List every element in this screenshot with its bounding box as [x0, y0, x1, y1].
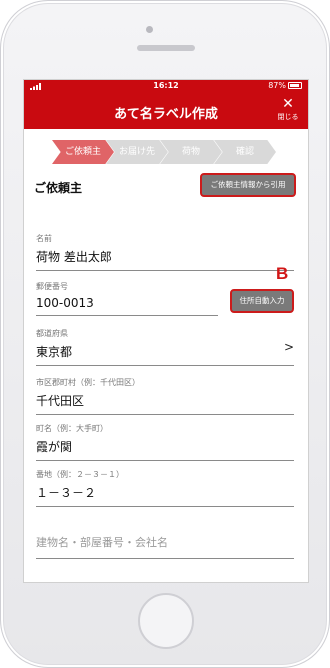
chevron-right-icon: > [283, 340, 294, 354]
close-label: 閉じる [277, 113, 299, 121]
status-bar: 16:12 87% [24, 80, 308, 93]
quote-requester-button[interactable]: ご依頼主情報から引用 [200, 173, 296, 197]
building-underline [36, 558, 294, 559]
town-field[interactable]: 町名（例：大手町） 霞が関 [36, 423, 294, 461]
prefecture-underline [36, 365, 294, 366]
city-label: 市区郡町村（例：千代田区） [36, 378, 140, 387]
progress-steps: ご依頼主 お届け先 荷物 確認 [24, 129, 308, 173]
step-requester: ご依頼主 [52, 140, 114, 164]
battery-icon [288, 82, 302, 89]
close-button[interactable]: ✕ 閉じる [276, 97, 300, 122]
front-camera [146, 26, 153, 33]
step-confirm: 確認 [214, 140, 276, 164]
home-button[interactable] [138, 593, 194, 649]
name-field[interactable]: 名前 荷物 差出太郎 [36, 233, 294, 271]
name-value: 荷物 差出太郎 [36, 250, 112, 264]
zip-underline [36, 315, 218, 316]
phone-frame: 16:12 87% あて名ラベル作成 ✕ 閉じる ご依頼主 お届け先 荷物 確認… [0, 0, 330, 668]
prefecture-value: 東京都 [36, 345, 73, 359]
step-recipient: お届け先 [106, 140, 168, 164]
app-header: あて名ラベル作成 ✕ 閉じる [24, 93, 308, 129]
annotation-b: B [276, 264, 289, 283]
city-field[interactable]: 市区郡町村（例：千代田区） 千代田区 [36, 377, 294, 415]
street-field[interactable]: 番地（例：２－３－１） １－３－２ [36, 469, 294, 507]
city-value: 千代田区 [36, 394, 85, 408]
zip-field[interactable]: 郵便番号 100-0013 [36, 281, 218, 316]
battery-indicator: 87% [268, 81, 302, 90]
section-title: ご依頼主 [34, 181, 83, 195]
prefecture-select[interactable]: 都道府県 東京都 > [36, 328, 294, 366]
name-label: 名前 [36, 234, 52, 243]
name-underline [36, 270, 294, 271]
battery-percent: 87% [268, 81, 286, 90]
page-title: あて名ラベル作成 [114, 107, 218, 122]
town-label: 町名（例：大手町） [36, 424, 108, 433]
section-header: ご依頼主 ご依頼主情報から引用 [24, 173, 308, 203]
earpiece-speaker [137, 45, 195, 51]
building-field[interactable]: 建物名・部屋番号・会社名 [36, 534, 294, 559]
street-value: １－３－２ [36, 486, 97, 500]
street-label: 番地（例：２－３－１） [36, 470, 124, 479]
step-package: 荷物 [160, 140, 222, 164]
street-underline [36, 506, 294, 507]
app-screen: 16:12 87% あて名ラベル作成 ✕ 閉じる ご依頼主 お届け先 荷物 確認… [23, 79, 309, 583]
town-underline [36, 460, 294, 461]
zip-value: 100-0013 [36, 296, 94, 310]
prefecture-label: 都道府県 [36, 329, 68, 338]
address-autofill-button[interactable]: 住所自動入力 [230, 289, 294, 313]
building-placeholder: 建物名・部屋番号・会社名 [36, 536, 168, 549]
status-time: 16:12 [153, 81, 179, 90]
city-underline [36, 414, 294, 415]
town-value: 霞が関 [36, 440, 73, 454]
zip-label: 郵便番号 [36, 282, 68, 291]
close-icon: ✕ [282, 96, 294, 112]
